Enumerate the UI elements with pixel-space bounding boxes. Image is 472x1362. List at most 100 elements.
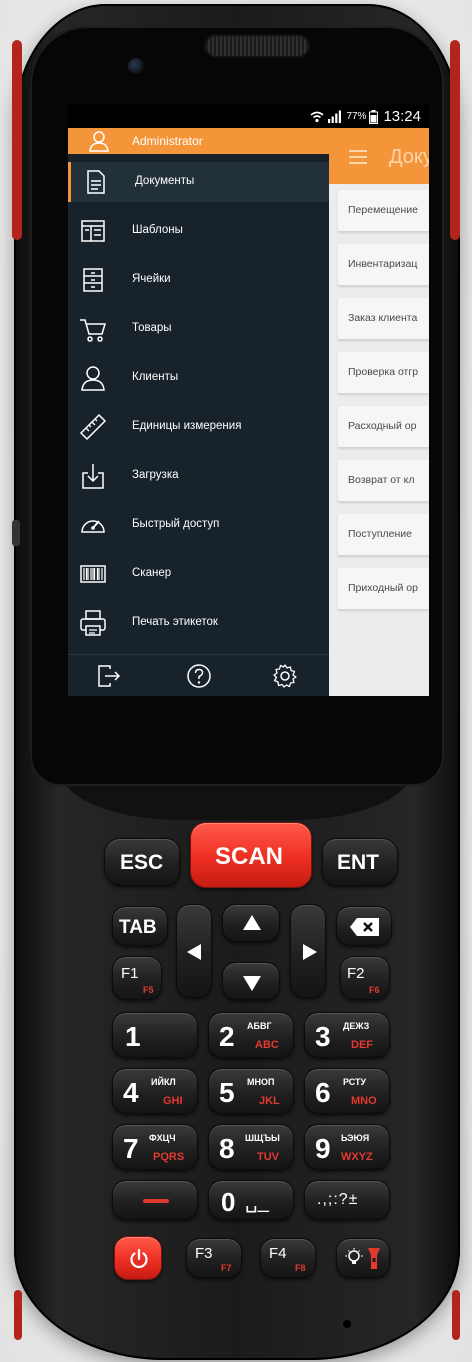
list-item[interactable]: Проверка отгр [338, 352, 429, 394]
status-bar: 77% 13:24 [68, 104, 429, 128]
f3-key[interactable]: F3 F7 [186, 1238, 242, 1278]
drawer-item-quick-access[interactable]: Быстрый доступ [68, 505, 329, 545]
tab-key[interactable]: TAB [112, 906, 168, 946]
arrow-left-icon [187, 944, 201, 960]
drawer-item-label: Быстрый доступ [132, 518, 220, 530]
key-3[interactable]: 3 ДЕЖЗ DEF [304, 1012, 390, 1058]
backspace-icon [350, 918, 379, 936]
drawer-item-label: Шаблоны [132, 224, 183, 236]
key-7[interactable]: 7 ФХЦЧ PQRS [112, 1124, 198, 1170]
documents-app-bar: Доку [329, 128, 429, 184]
navigation-drawer: Administrator Документы Шаблоны Ячейки Т… [68, 128, 329, 696]
drawer-item-label: Документы [135, 175, 195, 187]
screen: 77% 13:24 Доку Перемещение Инвентаризац … [68, 104, 429, 696]
key-4[interactable]: 4 ИЙКЛ GHI [112, 1068, 198, 1114]
minus-icon [143, 1199, 169, 1203]
f2-key[interactable]: F2 F6 [340, 956, 390, 1000]
right-bottom-bumper [452, 1290, 460, 1340]
f4-key[interactable]: F4 F8 [260, 1238, 316, 1278]
drawer-item-goods[interactable]: Товары [68, 309, 329, 349]
drawer-item-label: Клиенты [132, 371, 179, 383]
esc-key[interactable]: ESC [104, 838, 180, 886]
drawer-header: Administrator [68, 128, 329, 154]
drawer-item-documents[interactable]: Документы [68, 162, 329, 202]
settings-icon[interactable] [272, 663, 298, 689]
key-2[interactable]: 2 АБВГ ABC [208, 1012, 294, 1058]
key-0[interactable]: 0 ␣_ [208, 1180, 294, 1220]
speedometer-icon [81, 520, 105, 533]
side-button[interactable] [12, 520, 20, 546]
drawer-item-label: Товары [132, 322, 172, 334]
flashlight-icon [368, 1248, 380, 1269]
person-icon [81, 366, 105, 391]
left-bottom-bumper [14, 1290, 22, 1340]
list-item[interactable]: Возврат от кл [338, 460, 429, 502]
cart-icon [80, 319, 107, 342]
drawer-item-print-labels[interactable]: Печать этикеток [68, 603, 329, 643]
list-item[interactable]: Инвентаризац [338, 244, 429, 286]
front-camera [128, 58, 144, 74]
list-item[interactable]: Перемещение [338, 190, 429, 232]
drawer-footer [68, 654, 329, 696]
minus-key[interactable] [112, 1180, 198, 1220]
list-item[interactable]: Заказ клиента [338, 298, 429, 340]
download-icon [82, 464, 104, 489]
up-arrow-key[interactable] [222, 904, 280, 942]
drawer-item-scanner[interactable]: Сканер [68, 554, 329, 594]
key-5[interactable]: 5 МНОП JKL [208, 1068, 294, 1114]
barcode-icon [80, 565, 106, 583]
key-8[interactable]: 8 ШЩЪЫ TUV [208, 1124, 294, 1170]
list-item[interactable]: Расходный ор [338, 406, 429, 448]
drawer-item-clients[interactable]: Клиенты [68, 358, 329, 398]
drawer-item-templates[interactable]: Шаблоны [68, 211, 329, 251]
power-key[interactable] [114, 1236, 162, 1280]
logout-icon[interactable] [96, 663, 122, 689]
battery-icon [369, 109, 379, 124]
drawer-item-label: Ячейки [132, 273, 171, 285]
drawer-item-label: Загрузка [132, 469, 179, 481]
ent-key[interactable]: ENT [322, 838, 398, 886]
list-item[interactable]: Приходный ор [338, 568, 429, 610]
drawer-item-label: Сканер [132, 567, 172, 579]
menu-icon[interactable] [349, 150, 367, 168]
drawer-item-cells[interactable]: Ячейки [68, 260, 329, 300]
key-9[interactable]: 9 ЬЭЮЯ WXYZ [304, 1124, 390, 1170]
list-item[interactable]: Поступление [338, 514, 429, 556]
key-1[interactable]: 1 [112, 1012, 198, 1058]
clock: 13:24 [383, 108, 421, 125]
arrow-right-icon [303, 944, 317, 960]
drawer-item-label: Печать этикеток [132, 616, 218, 628]
drawer-item-load[interactable]: Загрузка [68, 456, 329, 496]
cabinet-icon [83, 268, 103, 292]
user-name: Administrator [132, 134, 203, 148]
help-icon[interactable] [186, 663, 212, 689]
scan-key[interactable]: SCAN [190, 822, 312, 888]
f1-key[interactable]: F1 F5 [112, 956, 162, 1000]
signal-icon [328, 110, 342, 123]
battery-percent: 77% [346, 111, 367, 122]
backspace-key[interactable] [336, 906, 392, 946]
template-icon [81, 220, 105, 242]
right-arrow-key[interactable] [290, 904, 326, 998]
drawer-item-units[interactable]: Единицы измерения [68, 407, 329, 447]
arrow-down-icon [243, 976, 261, 991]
wifi-icon [310, 111, 324, 122]
down-arrow-key[interactable] [222, 962, 280, 1000]
drawer-item-label: Единицы измерения [132, 420, 242, 432]
lightbulb-icon [345, 1248, 363, 1264]
key-6[interactable]: 6 РСТУ MNO [304, 1068, 390, 1114]
left-bumper [12, 40, 22, 240]
power-icon [130, 1248, 148, 1269]
page-title: Доку [389, 146, 429, 168]
flashlight-key[interactable] [336, 1238, 390, 1278]
user-icon [89, 131, 109, 152]
left-arrow-key[interactable] [176, 904, 212, 998]
speaker-grille [204, 34, 310, 58]
printer-icon [80, 610, 106, 636]
right-bumper [450, 40, 460, 240]
ruler-icon [79, 413, 107, 441]
microphone-hole [343, 1320, 351, 1328]
punctuation-key[interactable]: .,;:?± [304, 1180, 390, 1220]
document-icon [87, 170, 105, 194]
arrow-up-icon [243, 915, 261, 930]
